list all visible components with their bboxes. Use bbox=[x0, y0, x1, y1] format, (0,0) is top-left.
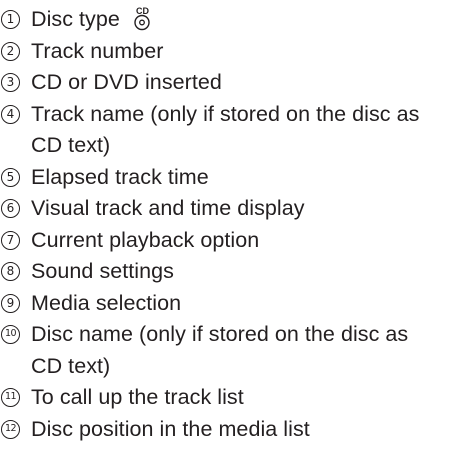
callout-number-9: 9 bbox=[1, 293, 20, 313]
callout-number-6: 6 bbox=[1, 199, 20, 218]
legend-item-elapsed-time: 5 Elapsed track time bbox=[0, 162, 452, 194]
callout-number-8: 8 bbox=[1, 262, 20, 281]
cd-disc-icon: CD bbox=[134, 6, 150, 31]
callout-number-4: 4 bbox=[1, 104, 20, 124]
callout-number-10: 10 bbox=[1, 325, 20, 344]
legend-text-continuation: CD text) bbox=[31, 353, 111, 378]
legend-text: Media selection bbox=[31, 290, 182, 315]
legend-item-disc-name: 10 Disc name (only if stored on the disc… bbox=[0, 319, 452, 382]
legend-text: Disc name (only if stored on the disc as bbox=[31, 322, 409, 346]
legend-text: Visual track and time display bbox=[31, 196, 305, 220]
callout-number-7: 7 bbox=[1, 230, 20, 250]
cd-icon-label: CD bbox=[136, 6, 150, 16]
legend-item-media-selection: 9 Media selection bbox=[0, 288, 452, 320]
legend-text: Sound settings bbox=[31, 259, 174, 283]
legend-item-visual-display: 6 Visual track and time display bbox=[0, 193, 452, 225]
legend-item-sound-settings: 8 Sound settings bbox=[0, 256, 452, 288]
legend-item-track-list: 11 To call up the track list bbox=[0, 382, 452, 414]
legend-text: To call up the track list bbox=[31, 385, 244, 409]
legend-item-disc-position: 12 Disc position in the media list bbox=[0, 414, 452, 446]
legend-list: 1 Disc type CD 2 Track number 3 CD or DV… bbox=[0, 4, 452, 445]
legend-text: Current playback option bbox=[31, 227, 260, 252]
legend-item-track-number: 2 Track number bbox=[0, 36, 452, 68]
callout-number-12: 12 bbox=[1, 419, 20, 439]
callout-number-3: 3 bbox=[1, 73, 20, 92]
callout-number-2: 2 bbox=[1, 41, 20, 61]
callout-number-11: 11 bbox=[1, 388, 20, 407]
legend-text: CD or DVD inserted bbox=[31, 70, 222, 94]
legend-item-playback-option: 7 Current playback option bbox=[0, 225, 452, 257]
legend-item-disc-type: 1 Disc type CD bbox=[0, 4, 452, 36]
legend-text: Disc type bbox=[31, 7, 120, 31]
legend-item-cd-or-dvd: 3 CD or DVD inserted bbox=[0, 67, 452, 99]
legend-text: Disc position in the media list bbox=[31, 416, 310, 441]
legend-text: Elapsed track time bbox=[31, 164, 209, 189]
legend-item-track-name: 4 Track name (only if stored on the disc… bbox=[0, 99, 452, 162]
legend-text: Track name (only if stored on the disc a… bbox=[31, 101, 420, 126]
callout-number-5: 5 bbox=[1, 167, 20, 187]
legend-text-continuation: CD text) bbox=[31, 133, 111, 157]
legend-text: Track number bbox=[31, 38, 164, 63]
callout-number-1: 1 bbox=[1, 10, 20, 29]
